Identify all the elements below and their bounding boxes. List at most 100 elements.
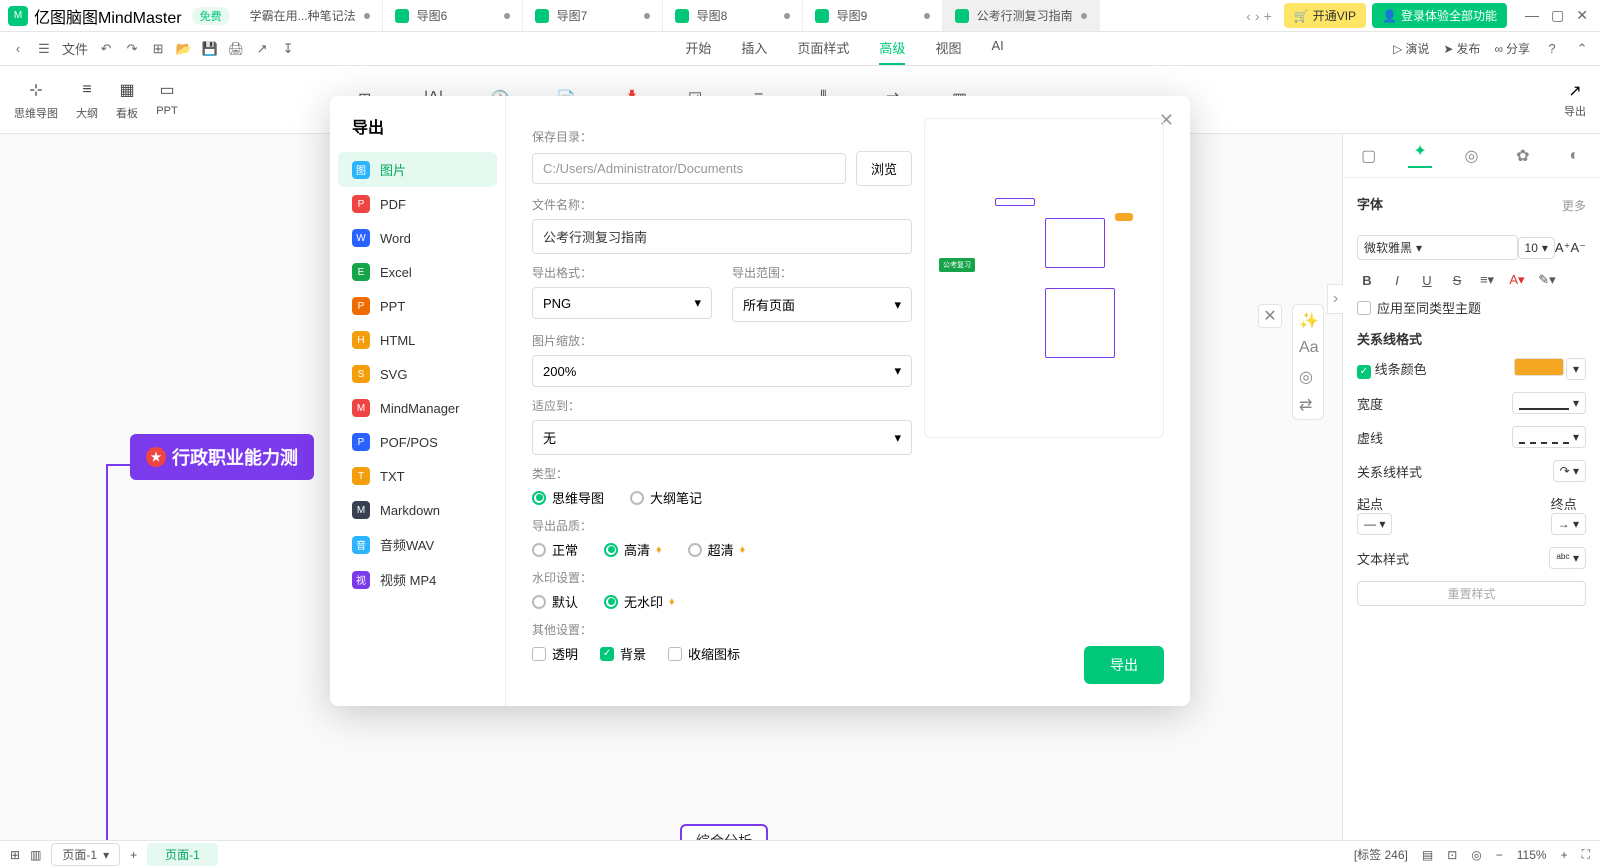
menu-tab-4[interactable]: 视图: [935, 32, 961, 65]
more-link[interactable]: 更多: [1562, 197, 1586, 214]
undo-icon[interactable]: ↶: [98, 41, 114, 57]
export-format-item[interactable]: 视视频 MP4: [330, 562, 505, 597]
font-family-select[interactable]: 微软雅黑▾: [1357, 235, 1518, 260]
import-icon[interactable]: ↧: [280, 41, 296, 57]
export-format-item[interactable]: MMindManager: [330, 391, 505, 425]
view-mode-button[interactable]: ▭PPT: [156, 79, 178, 121]
grid-icon[interactable]: ⊞: [10, 848, 20, 862]
menu-tab-0[interactable]: 开始: [685, 32, 711, 65]
color-swatch[interactable]: [1514, 358, 1564, 376]
document-tab[interactable]: 导图8: [663, 0, 803, 31]
ai-tool-icon[interactable]: ✨: [1299, 311, 1317, 329]
close-icon[interactable]: ✕: [1576, 7, 1588, 24]
share-icon[interactable]: ↗: [254, 41, 270, 57]
view-mode-button[interactable]: ⊹思维导图: [14, 79, 58, 121]
italic-icon[interactable]: I: [1387, 273, 1407, 288]
menu-tab-5[interactable]: AI: [991, 32, 1003, 65]
menu-tab-2[interactable]: 页面样式: [797, 32, 849, 65]
export-format-item[interactable]: EExcel: [330, 255, 505, 289]
font-increase-icon[interactable]: A⁺: [1555, 240, 1571, 256]
page-tab[interactable]: 页面-1: [147, 843, 218, 866]
collapse-checkbox[interactable]: 收缩图标: [668, 644, 740, 663]
format-tool-icon[interactable]: Aa: [1299, 339, 1317, 357]
export-format-item[interactable]: TTXT: [330, 459, 505, 493]
font-color-icon[interactable]: A▾: [1507, 272, 1527, 288]
publish-button[interactable]: ➤发布: [1443, 40, 1480, 57]
fit-icon[interactable]: ⊡: [1447, 848, 1457, 862]
export-format-item[interactable]: SSVG: [330, 357, 505, 391]
document-tab[interactable]: 导图7: [523, 0, 663, 31]
fit-select[interactable]: 无▾: [532, 420, 912, 455]
collapse-icon[interactable]: ⌃: [1574, 41, 1590, 57]
document-tab[interactable]: 导图9: [803, 0, 943, 31]
rp-tab-theme-icon[interactable]: ✿: [1511, 144, 1535, 168]
rp-tab-time-icon[interactable]: ◐: [1562, 144, 1586, 168]
menu-tab-1[interactable]: 插入: [741, 32, 767, 65]
list-icon[interactable]: ▥: [30, 848, 41, 862]
transparent-checkbox[interactable]: 透明: [532, 644, 578, 663]
format-select[interactable]: PNG▾: [532, 287, 712, 319]
print-icon[interactable]: 🖨: [228, 41, 244, 57]
open-icon[interactable]: 📂: [176, 41, 192, 57]
menu-tab-3[interactable]: 高级: [879, 32, 905, 65]
panel-toggle-icon[interactable]: ›: [1327, 284, 1343, 314]
scale-select[interactable]: 200%▾: [532, 355, 912, 387]
bold-icon[interactable]: B: [1357, 273, 1377, 288]
text-style-select[interactable]: ᵃᵇᶜ ▾: [1549, 547, 1586, 569]
add-page-icon[interactable]: +: [130, 848, 137, 862]
minimize-icon[interactable]: —: [1525, 7, 1539, 24]
font-size-select[interactable]: 10▾: [1518, 237, 1555, 259]
type-outline-radio[interactable]: 大纲笔记: [630, 488, 702, 507]
apply-same-checkbox[interactable]: [1357, 301, 1371, 315]
start-select[interactable]: — ▾: [1357, 513, 1392, 535]
save-dir-input[interactable]: C:/Users/Administrator/Documents: [532, 153, 846, 184]
export-confirm-button[interactable]: 导出: [1084, 646, 1164, 684]
range-select[interactable]: 所有页面▾: [732, 287, 912, 322]
quality-normal-radio[interactable]: 正常: [532, 540, 578, 559]
page-select[interactable]: 页面-1▾: [51, 843, 120, 866]
reset-style-button[interactable]: 重置样式: [1357, 581, 1586, 606]
mindmap-root-node[interactable]: ★ 行政职业能力测: [130, 434, 314, 480]
tab-add-icon[interactable]: +: [1264, 8, 1272, 24]
export-format-item[interactable]: 音音频WAV: [330, 527, 505, 562]
export-format-item[interactable]: PPOF/POS: [330, 425, 505, 459]
locate-icon[interactable]: ◎: [1471, 848, 1481, 862]
quality-uhd-radio[interactable]: 超清♦: [688, 540, 746, 559]
browse-button[interactable]: 浏览: [856, 151, 912, 186]
export-format-item[interactable]: HHTML: [330, 323, 505, 357]
highlight-icon[interactable]: ✎▾: [1537, 272, 1557, 288]
background-checkbox[interactable]: ✓背景: [600, 644, 646, 663]
export-format-item[interactable]: PPPT: [330, 289, 505, 323]
ribbon-export[interactable]: ↗ 导出: [1564, 81, 1586, 119]
panel-close-icon[interactable]: ✕: [1258, 304, 1282, 328]
quality-hd-radio[interactable]: 高清♦: [604, 540, 662, 559]
document-tab[interactable]: 公考行测复习指南: [943, 0, 1100, 31]
export-format-item[interactable]: WWord: [330, 221, 505, 255]
wm-none-radio[interactable]: 无水印♦: [604, 592, 675, 611]
present-button[interactable]: ▷演说: [1393, 40, 1429, 57]
dash-select[interactable]: ▾: [1512, 426, 1586, 448]
file-menu[interactable]: 文件: [62, 39, 88, 58]
type-mindmap-radio[interactable]: 思维导图: [532, 488, 604, 507]
export-format-item[interactable]: 图图片: [338, 152, 497, 187]
menu-icon[interactable]: ☰: [36, 41, 52, 57]
filename-input[interactable]: 公考行测复习指南: [532, 219, 912, 254]
end-select[interactable]: → ▾: [1551, 513, 1586, 535]
help-icon[interactable]: ?: [1544, 41, 1560, 57]
vip-button[interactable]: 🛒 开通VIP: [1284, 3, 1366, 28]
tab-prev-icon[interactable]: ‹: [1246, 8, 1251, 24]
save-icon[interactable]: 💾: [202, 41, 218, 57]
export-format-item[interactable]: PPDF: [330, 187, 505, 221]
document-tab[interactable]: 学霸在用...种笔记法: [238, 0, 383, 31]
target-tool-icon[interactable]: ◎: [1299, 367, 1317, 385]
share-button[interactable]: ∞分享: [1494, 40, 1530, 57]
line-color-checkbox[interactable]: ✓: [1357, 365, 1371, 379]
login-button[interactable]: 👤 登录体验全部功能: [1372, 3, 1507, 28]
document-tab[interactable]: 导图6: [383, 0, 523, 31]
view-mode-button[interactable]: ≡大纲: [76, 79, 98, 121]
view-mode-button[interactable]: ▦看板: [116, 79, 138, 121]
layers-icon[interactable]: ▤: [1422, 848, 1433, 862]
align-icon[interactable]: ≡▾: [1477, 272, 1497, 288]
fullscreen-icon[interactable]: ⛶: [1582, 847, 1590, 862]
zoom-in-icon[interactable]: +: [1561, 848, 1568, 862]
